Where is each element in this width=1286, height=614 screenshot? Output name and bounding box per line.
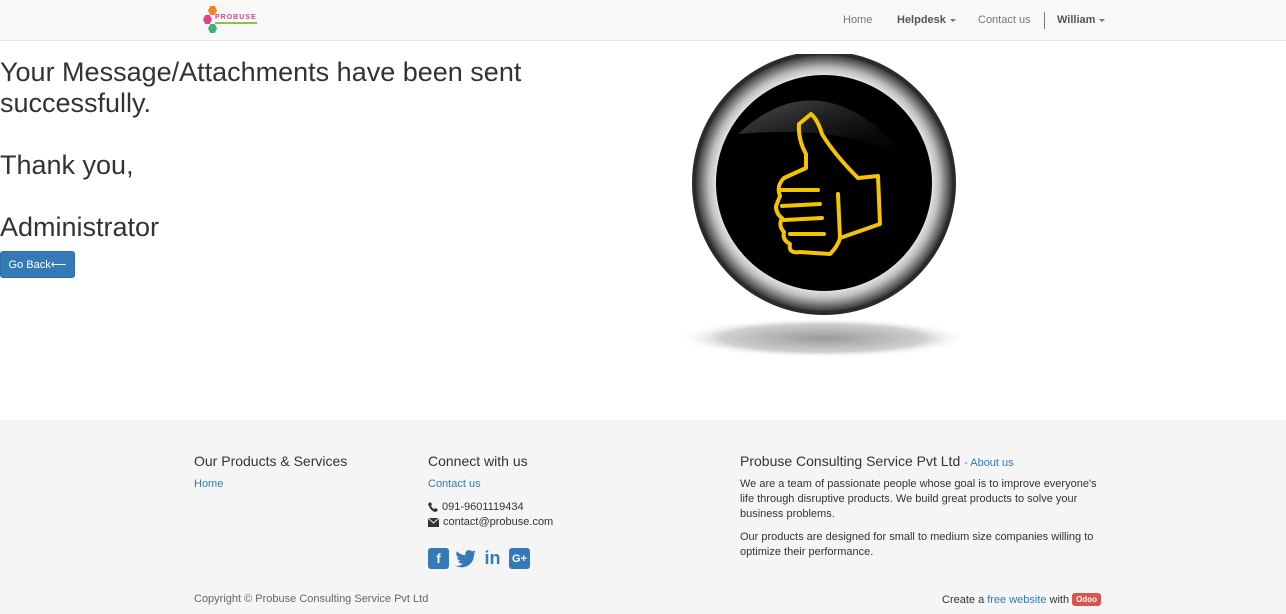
logo-text: PROBUSE bbox=[215, 14, 257, 21]
chevron-down-icon bbox=[949, 18, 956, 22]
free-website-link[interactable]: free website bbox=[987, 594, 1046, 606]
success-message-line2: successfully. bbox=[0, 88, 152, 118]
thank-you-text: Thank you, bbox=[0, 150, 134, 180]
nav-contact-us[interactable]: Contact us bbox=[978, 14, 1031, 26]
user-name: William bbox=[1057, 14, 1096, 26]
nav-helpdesk-label: Helpdesk bbox=[897, 14, 946, 26]
nav-divider bbox=[1044, 12, 1045, 29]
about-us-link[interactable]: - About us bbox=[964, 457, 1014, 469]
logo-hex-green bbox=[208, 24, 217, 33]
footer-home-link[interactable]: Home bbox=[194, 478, 223, 490]
google-plus-icon[interactable]: G+ bbox=[509, 548, 530, 569]
phone-number: 091-9601119434 bbox=[442, 501, 524, 513]
chevron-down-icon bbox=[1099, 18, 1106, 22]
facebook-icon[interactable]: f bbox=[428, 548, 449, 569]
create-with: with bbox=[1049, 593, 1070, 606]
go-back-button[interactable]: Go Back⟵ bbox=[0, 251, 75, 278]
top-navbar: PROBUSE Home Helpdesk Contact us William bbox=[0, 0, 1286, 41]
probuse-logo[interactable]: PROBUSE bbox=[203, 6, 263, 34]
email-address: contact@probuse.com bbox=[443, 516, 554, 528]
envelope-icon bbox=[428, 517, 439, 527]
company-name: Probuse Consulting Service Pvt Ltd bbox=[740, 453, 961, 469]
about-paragraph-1: We are a team of passionate people whose… bbox=[740, 478, 1097, 520]
logo-hex-pink bbox=[203, 15, 212, 24]
phone-icon bbox=[428, 502, 438, 512]
thumbs-up-illustration bbox=[678, 51, 968, 359]
linkedin-icon[interactable]: in bbox=[482, 548, 503, 569]
nav-home[interactable]: Home bbox=[843, 14, 872, 26]
products-heading: Our Products & Services bbox=[194, 453, 348, 469]
success-message-line1: Your Message/Attachments have been sent bbox=[0, 57, 522, 87]
phone-line: 091-9601119434 bbox=[428, 501, 524, 513]
footer-contact-link[interactable]: Contact us bbox=[428, 478, 481, 490]
odoo-badge[interactable]: Odoo bbox=[1072, 593, 1101, 606]
about-paragraph-2: Our products are designed for small to m… bbox=[740, 531, 1094, 558]
connect-heading: Connect with us bbox=[428, 453, 528, 469]
signature-text: Administrator bbox=[0, 212, 160, 242]
twitter-icon[interactable] bbox=[455, 548, 476, 569]
powered-by: Create a free website with Odoo bbox=[942, 593, 1101, 606]
email-line: contact@probuse.com bbox=[428, 516, 553, 528]
create-prefix: Create a bbox=[942, 593, 985, 606]
copyright-text: Copyright © Probuse Consulting Service P… bbox=[194, 593, 429, 605]
social-links: f in G+ bbox=[428, 548, 530, 569]
nav-helpdesk[interactable]: Helpdesk bbox=[897, 14, 956, 26]
nav-user-menu[interactable]: William bbox=[1057, 14, 1106, 26]
company-heading: Probuse Consulting Service Pvt Ltd - Abo… bbox=[740, 453, 1014, 469]
thumbs-up-icon bbox=[678, 51, 968, 358]
logo-tagline-bar bbox=[215, 22, 257, 24]
